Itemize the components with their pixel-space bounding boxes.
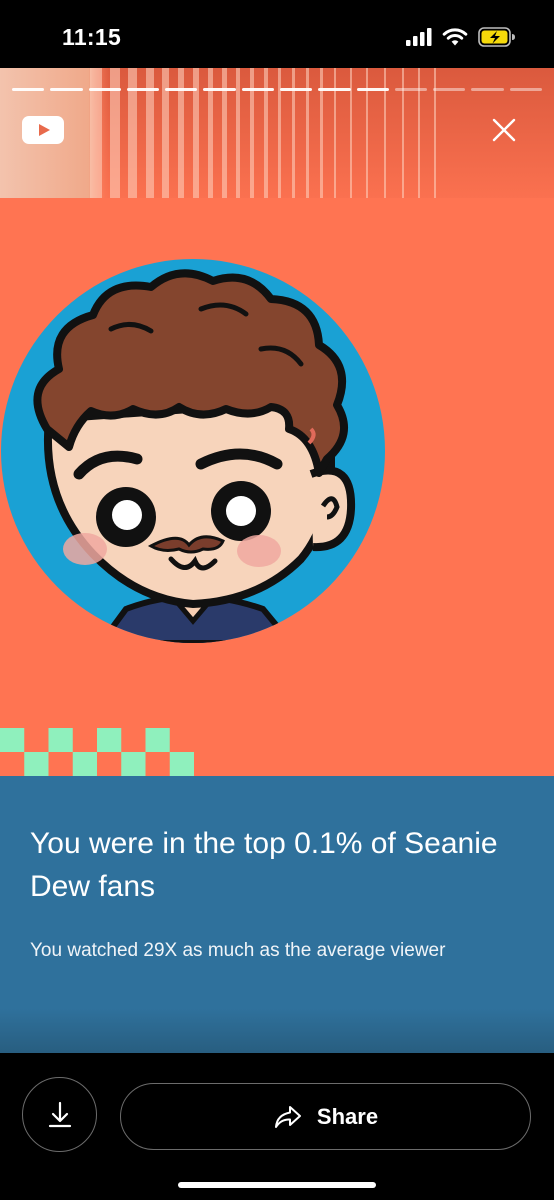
- channel-avatar: [1, 259, 385, 643]
- progress-segment: [88, 88, 121, 91]
- story-card[interactable]: You were in the top 0.1% of Seanie Dew f…: [0, 68, 554, 1053]
- download-icon: [48, 1101, 71, 1127]
- download-button[interactable]: [22, 1077, 97, 1152]
- progress-segment: [126, 88, 160, 91]
- cellular-signal-icon: [406, 28, 432, 46]
- progress-segment: [12, 88, 45, 91]
- bottom-action-bar: Share: [0, 1053, 554, 1200]
- close-icon[interactable]: [486, 112, 522, 148]
- progress-segment: [471, 88, 504, 91]
- progress-segment: [509, 88, 542, 91]
- youtube-logo-icon: [22, 116, 64, 144]
- checker-square: [121, 752, 146, 776]
- progress-segment: [356, 88, 389, 91]
- progress-segment: [433, 88, 466, 91]
- checker-square: [0, 728, 25, 752]
- checker-square: [145, 728, 170, 752]
- stat-subline: You watched 29X as much as the average v…: [30, 940, 446, 961]
- checker-square: [72, 752, 97, 776]
- progress-segment: [318, 88, 351, 91]
- story-progress-bar: [12, 88, 542, 91]
- progress-segment: [203, 88, 236, 91]
- home-indicator[interactable]: [178, 1182, 376, 1188]
- status-time: 11:15: [62, 24, 122, 50]
- progress-segment: [50, 88, 83, 91]
- checker-square: [24, 752, 49, 776]
- checker-square: [97, 728, 122, 752]
- progress-segment: [279, 88, 313, 91]
- stat-panel: You were in the top 0.1% of Seanie Dew f…: [0, 776, 554, 1053]
- progress-segment: [394, 88, 428, 91]
- share-button[interactable]: Share: [120, 1083, 531, 1150]
- battery-charging-icon: [478, 27, 515, 47]
- checker-square: [48, 728, 73, 752]
- share-label: Share: [316, 1103, 379, 1129]
- checker-pattern-decoration: [0, 728, 194, 776]
- wifi-icon: [442, 27, 468, 45]
- status-bar: 11:15: [0, 0, 554, 68]
- checker-square: [169, 752, 194, 776]
- stat-headline: You were in the top 0.1% of Seanie Dew f…: [30, 827, 498, 903]
- progress-segment: [165, 88, 198, 91]
- status-icons: [406, 24, 516, 50]
- share-arrow-icon: [274, 1105, 301, 1128]
- progress-segment: [241, 88, 274, 91]
